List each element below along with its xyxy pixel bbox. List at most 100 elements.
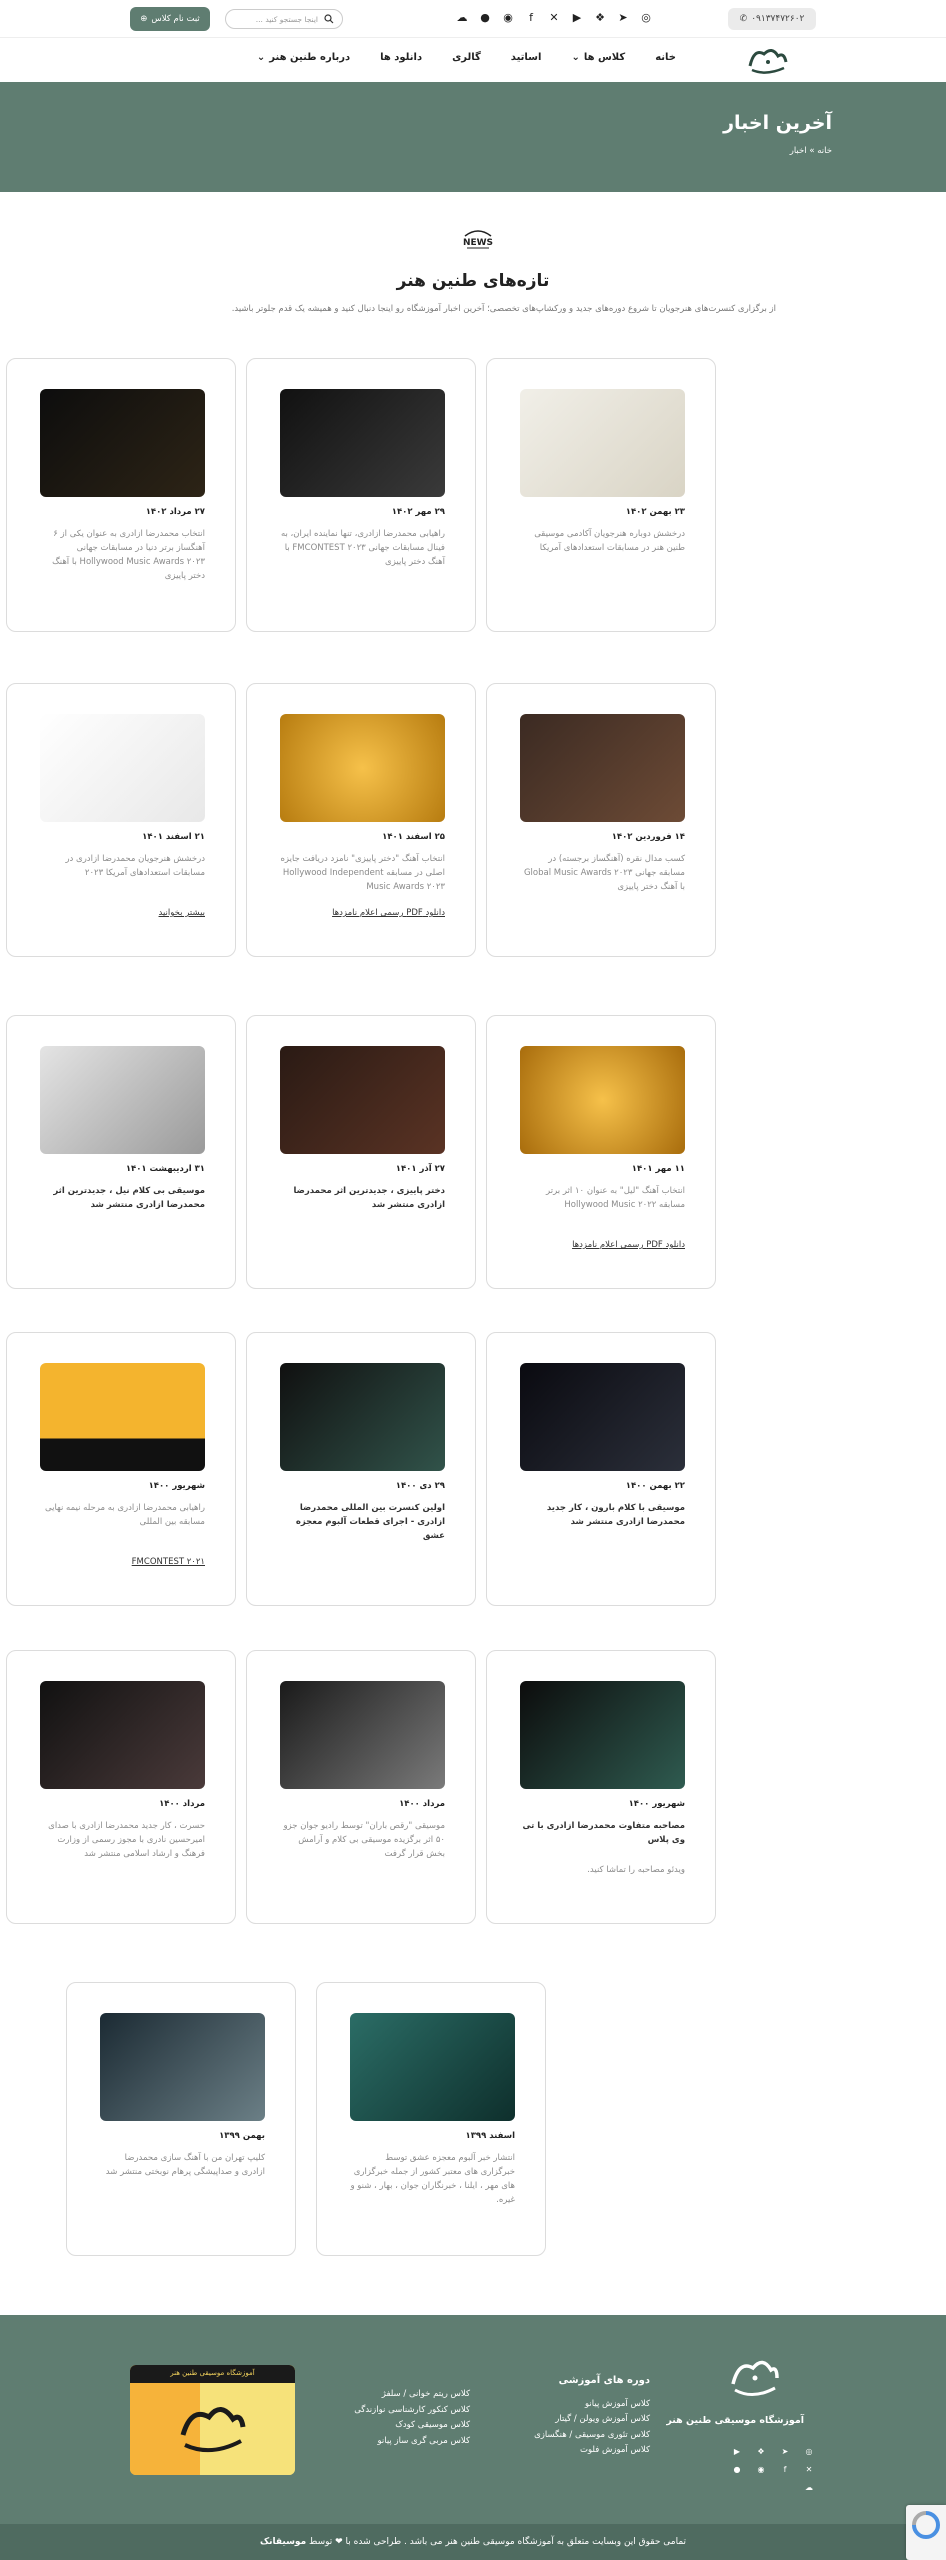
aparat-icon[interactable]: ❖	[593, 10, 607, 24]
news-card[interactable]: ۱۱ مهر ۱۴۰۱ انتخاب آهنگ "لیل" به عنوان ۱۰…	[486, 1015, 716, 1289]
search-input[interactable]: اینجا جستجو کنید ...	[256, 15, 318, 24]
news-card[interactable]: ۲۲ بهمن ۱۴۰۰ موسیقی با کلام بارون ، کار ج…	[486, 1332, 716, 1606]
news-card-image[interactable]	[520, 1681, 685, 1789]
news-card-image[interactable]	[40, 1363, 205, 1471]
footer-course-link[interactable]: کلاس موسیقی کودک	[354, 2418, 470, 2434]
news-card[interactable]: ۲۱ اسفند ۱۴۰۱ درخشش هنرجویان محمدرضا ازاد…	[6, 683, 236, 957]
footer-promo-image[interactable]: آموزشگاه موسیقی طنین هنر	[130, 2365, 295, 2475]
news-card-link[interactable]: دانلود PDF رسمی اعلام نامزدها	[520, 1240, 685, 1250]
youtube-icon[interactable]: ▶	[732, 2446, 742, 2456]
x-icon[interactable]: ✕	[804, 2464, 814, 2474]
nav-item-teachers[interactable]: اساتید	[511, 52, 542, 63]
register-label: ثبت نام کلاس	[151, 14, 200, 24]
news-card-image[interactable]	[350, 2013, 515, 2121]
news-card-link[interactable]: FMCONTEST ۲۰۲۱	[40, 1557, 205, 1567]
search-box[interactable]: اینجا جستجو کنید ...	[225, 9, 343, 29]
facebook-icon[interactable]: f	[780, 2464, 790, 2474]
copyright-bar: تمامی حقوق این وبسایت متعلق به آموزشگاه …	[0, 2524, 946, 2560]
phone-pill[interactable]: ۰۹۱۳۷۴۷۲۶۰۲ ✆	[728, 8, 816, 30]
news-card-image[interactable]	[520, 389, 685, 497]
nav-item-classes[interactable]: کلاس ها ⌄	[571, 52, 625, 63]
telegram-icon[interactable]: ➤	[780, 2446, 790, 2456]
news-card[interactable]: ۲۵ اسفند ۱۴۰۱ انتخاب آهنگ "دختر پاییزی" ن…	[246, 683, 476, 957]
site-logo[interactable]	[744, 42, 790, 78]
facebook-icon[interactable]: f	[524, 10, 538, 24]
news-card-image[interactable]	[520, 1363, 685, 1471]
nav-item-home[interactable]: خانه	[655, 52, 676, 63]
news-card[interactable]: مرداد ۱۴۰۰ موسیقی "رقص باران" توسط رادیو …	[246, 1650, 476, 1924]
news-card-image[interactable]	[100, 2013, 265, 2121]
x-icon[interactable]: ✕	[547, 10, 561, 24]
footer-course-link[interactable]: کلاس آموزش پیانو	[534, 2397, 650, 2413]
news-card[interactable]: شهریور ۱۴۰۰ راهیابی محمدرضا ازادری به مرح…	[6, 1332, 236, 1606]
apple-music-icon[interactable]: ●	[732, 2464, 742, 2474]
spotify-icon[interactable]: ◉	[756, 2464, 766, 2474]
news-card-image[interactable]	[520, 1046, 685, 1154]
news-card-image[interactable]	[280, 1681, 445, 1789]
breadcrumb: خانه » اخبار	[790, 146, 832, 156]
nav-item-about[interactable]: درباره طنین هنر ⌄	[257, 52, 350, 63]
copyright-brand-link[interactable]: موسیقانک	[260, 2537, 306, 2547]
soundcloud-icon[interactable]: ☁	[455, 10, 469, 24]
news-card-date: ۲۲ بهمن ۱۴۰۰	[625, 1481, 685, 1491]
news-card-image[interactable]	[280, 1363, 445, 1471]
apple-music-icon[interactable]: ●	[478, 10, 492, 24]
news-card[interactable]: شهریور ۱۴۰۰ مصاحبه متفاوت محمدرضا ازادری …	[486, 1650, 716, 1924]
news-card[interactable]: بهمن ۱۳۹۹ کلیپ تهران من با آهنگ سازی محمد…	[66, 1982, 296, 2256]
footer-course-link[interactable]: کلاس آموزش ویولن / گیتار	[534, 2412, 650, 2428]
footer-course-link[interactable]: کلاس تئوری موسیقی / هنگسازی	[534, 2428, 650, 2444]
news-card[interactable]: ۳۱ اردیبهشت ۱۴۰۱ موسیقی بی کلام نیل ، جدی…	[6, 1015, 236, 1289]
news-card-image[interactable]	[40, 1681, 205, 1789]
news-card-text: موسیقی بی کلام نیل ، جدیدترین اثر محمدرض…	[53, 1186, 205, 1210]
breadcrumb-home[interactable]: خانه	[817, 146, 832, 156]
footer-course-link[interactable]: کلاس ریتم خوانی / سلفژ	[354, 2387, 470, 2403]
news-card-text-secondary: ویدئو مصاحبه را تماشا کنید.	[587, 1865, 685, 1875]
news-card-image[interactable]	[40, 389, 205, 497]
footer-school-name: آموزشگاه موسیقی طنین هنر	[666, 2415, 804, 2426]
breadcrumb-separator: »	[809, 146, 815, 156]
news-card-image[interactable]	[520, 714, 685, 822]
news-card-image[interactable]	[280, 1046, 445, 1154]
news-card-image[interactable]	[40, 1046, 205, 1154]
footer-logo[interactable]	[725, 2350, 781, 2406]
footer-courses-column-2: کلاس ریتم خوانی / سلفژ کلاس کنکور کارشنا…	[354, 2387, 470, 2449]
news-card[interactable]: مرداد ۱۴۰۰ حسرت ، کار جدید محمدرضا ازادری…	[6, 1650, 236, 1924]
instagram-icon[interactable]: ◎	[639, 10, 653, 24]
news-card[interactable]: ۲۹ مهر ۱۴۰۲ راهیابی محمدرضا ازادری، تنها …	[246, 358, 476, 632]
instagram-icon[interactable]: ◎	[804, 2446, 814, 2456]
phone-icon: ✆	[739, 14, 748, 24]
aparat-icon[interactable]: ❖	[756, 2446, 766, 2456]
recaptcha-icon	[912, 2511, 940, 2539]
news-card-image[interactable]	[280, 714, 445, 822]
news-card-text: انتخاب محمدرضا ازادری به عنوان یکی از ۶ …	[52, 529, 205, 581]
news-card[interactable]: ۱۴ فروردین ۱۴۰۲ کسب مدال نقره (آهنگساز بر…	[486, 683, 716, 957]
spotify-icon[interactable]: ◉	[501, 10, 515, 24]
footer-course-link[interactable]: کلاس مربی گری ساز پیانو	[354, 2434, 470, 2450]
telegram-icon[interactable]: ➤	[616, 10, 630, 24]
news-card-image[interactable]	[280, 389, 445, 497]
footer-course-link[interactable]: کلاس آموزش فلوت	[534, 2443, 650, 2459]
nav-item-downloads[interactable]: دانلود ها	[380, 52, 422, 63]
news-card-date: ۲۷ آذر ۱۴۰۱	[395, 1164, 445, 1174]
news-card[interactable]: ۲۹ دی ۱۴۰۰ اولین کنسرت بین المللی محمدرضا…	[246, 1332, 476, 1606]
chevron-down-icon: ⌄	[571, 52, 580, 63]
chevron-down-icon: ⌄	[256, 52, 266, 63]
promo-caption: آموزشگاه موسیقی طنین هنر	[170, 2369, 255, 2377]
page-header: آخرین اخبار خانه » اخبار	[0, 82, 946, 192]
news-card-link[interactable]: دانلود PDF رسمی اعلام نامزدها	[280, 908, 445, 918]
news-card[interactable]: ۲۷ آذر ۱۴۰۱ دختر پاییزی ، جدیدترین اثر مح…	[246, 1015, 476, 1289]
news-card-image[interactable]	[40, 714, 205, 822]
recaptcha-badge[interactable]	[906, 2505, 946, 2560]
register-class-button[interactable]: ثبت نام کلاس ⊕	[130, 7, 210, 31]
news-card[interactable]: اسفند ۱۳۹۹ انتشار خبر آلبوم معجزه عشق توس…	[316, 1982, 546, 2256]
youtube-icon[interactable]: ▶	[570, 10, 584, 24]
footer-course-link[interactable]: کلاس کنکور کارشناسی نوازندگی	[354, 2403, 470, 2419]
news-card-link[interactable]: بیشتر بخوانید	[40, 908, 205, 918]
news-card[interactable]: ۲۷ مرداد ۱۴۰۲ انتخاب محمدرضا ازادری به عن…	[6, 358, 236, 632]
nav-item-gallery[interactable]: گالری	[452, 52, 481, 63]
news-card[interactable]: ۲۳ بهمن ۱۴۰۲ درخشش دوباره هنرجویان آکادمی…	[486, 358, 716, 632]
news-card-date: ۱۴ فروردین ۱۴۰۲	[611, 832, 685, 842]
soundcloud-icon[interactable]: ☁	[804, 2482, 814, 2492]
news-card-text: راهیابی محمدرضا ازادری، تنها نماینده ایر…	[280, 529, 445, 567]
footer-courses-column: دوره های آموزشی کلاس آموزش پیانو کلاس آم…	[534, 2373, 650, 2459]
